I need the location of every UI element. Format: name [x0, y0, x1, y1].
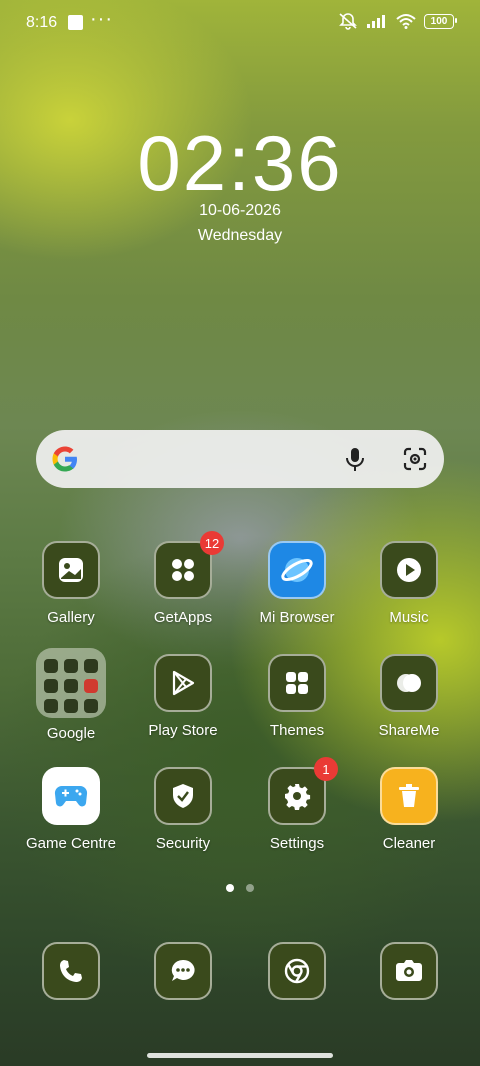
clock-time[interactable]: 02:36: [0, 118, 480, 209]
google-search-bar[interactable]: [36, 430, 444, 488]
phone-icon: [42, 942, 100, 1000]
game-centre-icon: [42, 767, 100, 825]
page-dot-2[interactable]: [246, 884, 254, 892]
play-store-icon: [154, 654, 212, 712]
app-music[interactable]: Music: [352, 541, 466, 626]
dock-camera[interactable]: [352, 942, 466, 1000]
app-label: Themes: [269, 722, 325, 739]
clock-date: 10-06-2026: [199, 202, 281, 219]
music-icon: [380, 541, 438, 599]
app-label: Game Centre: [25, 835, 117, 852]
app-getapps[interactable]: 12 GetApps: [126, 531, 240, 626]
app-play-store[interactable]: Play Store: [126, 654, 240, 739]
getapps-icon: 12: [154, 531, 224, 599]
dock-messages[interactable]: [126, 942, 240, 1000]
app-shareme[interactable]: ShareMe: [352, 654, 466, 739]
themes-icon: [268, 654, 326, 712]
app-label: GetApps: [153, 609, 213, 626]
app-label: Security: [155, 835, 211, 852]
app-mi-browser[interactable]: Mi Browser: [240, 541, 354, 626]
gesture-handle[interactable]: [147, 1053, 333, 1058]
notification-square-icon: [68, 15, 83, 30]
gallery-icon: [42, 541, 100, 599]
google-folder-icon: [36, 648, 106, 718]
app-game-centre[interactable]: Game Centre: [14, 767, 128, 852]
app-label: Play Store: [148, 722, 218, 739]
app-label: Settings: [269, 835, 325, 852]
page-indicator: [0, 884, 480, 892]
app-label: Mi Browser: [259, 609, 335, 626]
app-label: Music: [389, 609, 429, 626]
settings-icon: 1: [268, 757, 338, 825]
chrome-icon: [268, 942, 326, 1000]
notification-badge: 12: [200, 531, 224, 555]
microphone-icon[interactable]: [342, 446, 368, 472]
dock-phone[interactable]: [14, 942, 128, 1000]
app-label: Google: [46, 725, 96, 742]
page-dot-1[interactable]: [226, 884, 234, 892]
app-google-folder[interactable]: Google: [14, 648, 128, 742]
mute-icon: [339, 13, 357, 30]
status-time: 8:16: [26, 14, 58, 31]
messages-icon: [154, 942, 212, 1000]
google-lens-icon[interactable]: [402, 446, 428, 472]
clock-day: Wednesday: [197, 227, 283, 244]
camera-icon: [380, 942, 438, 1000]
battery-icon: 100: [424, 13, 457, 29]
more-notifications-icon: ···: [90, 8, 113, 30]
dock-chrome[interactable]: [240, 942, 354, 1000]
app-themes[interactable]: Themes: [240, 654, 354, 739]
app-settings[interactable]: 1 Settings: [240, 757, 354, 852]
app-security[interactable]: Security: [126, 767, 240, 852]
signal-icon: [367, 15, 385, 28]
security-icon: [154, 767, 212, 825]
mi-browser-icon: [268, 541, 326, 599]
app-label: Cleaner: [382, 835, 436, 852]
app-gallery[interactable]: Gallery: [14, 541, 128, 626]
app-label: ShareMe: [378, 722, 440, 739]
notification-badge: 1: [314, 757, 338, 781]
app-cleaner[interactable]: Cleaner: [352, 767, 466, 852]
cleaner-icon: [380, 767, 438, 825]
app-label: Gallery: [47, 609, 95, 626]
wifi-icon: [396, 14, 416, 29]
google-g-icon: [52, 446, 77, 472]
status-bar: 8:16 ··· 100: [0, 0, 480, 46]
shareme-icon: [380, 654, 438, 712]
